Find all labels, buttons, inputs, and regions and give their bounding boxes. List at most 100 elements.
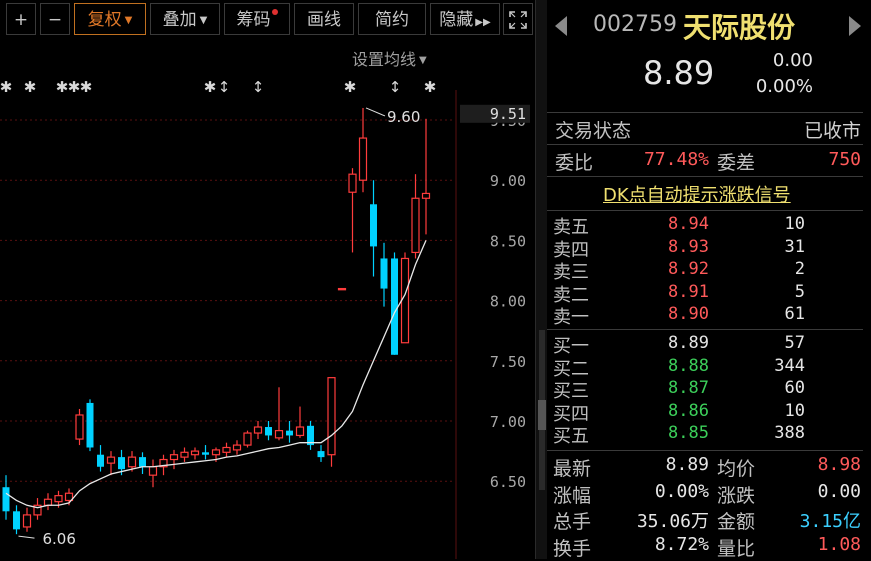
candle-body [13,511,20,530]
order-price[interactable]: 8.86 [637,401,709,421]
stat-value: 35.06万 [636,511,709,532]
moving-average-line [5,240,427,509]
high-price-label: 9.60 [387,108,420,126]
candle-body [106,456,116,464]
fullscreen-icon [509,11,527,29]
candle-body [243,432,252,446]
signal-star-icon: ✱ [424,78,437,96]
status-value: 已收市 [803,120,861,142]
fuquan-dropdown[interactable]: 复权 ▼ [74,3,146,35]
candle-body [180,451,189,458]
signal-arrow-icon: ↕ [218,78,231,96]
order-volume: 10 [784,400,805,421]
price-change-pct: 0.00% [755,76,813,97]
divider [547,144,863,145]
candle-body [286,430,293,436]
order-volume: 31 [784,236,805,257]
stock-name: 天际股份 [683,11,796,44]
zoom-out-button[interactable]: − [40,3,70,35]
y-tick-label: 8.50 [490,232,526,250]
y-tick-label: 6.50 [490,473,526,491]
stat-value: 0.00% [654,480,709,502]
chouma-button[interactable]: 筹码 [224,3,290,35]
candle-body [22,514,32,528]
fullscreen-button[interactable] [503,3,533,35]
candle-body [202,452,209,455]
divider [547,176,863,177]
order-price[interactable]: 8.85 [637,423,709,443]
zoom-in-button[interactable]: + [6,3,36,35]
candle-body [370,204,377,247]
order-price[interactable]: 8.92 [637,259,709,279]
chouma-label: 筹码 [236,10,271,30]
divider [547,450,863,451]
signal-star-icon: ✱ [68,78,81,96]
order-volume: 344 [774,355,805,376]
minus-icon: − [47,10,63,30]
signal-arrow-icon: ↕ [252,78,265,96]
jianyue-label: 简约 [375,10,409,30]
order-price[interactable]: 8.94 [637,214,709,234]
stat-value: 1.08 [817,533,861,555]
candle-body [97,454,104,467]
divider [547,210,863,211]
chart-toolbar: + − 复权 ▼ 叠加 ▼ 筹码 画线 简约 隐藏 ▶▶ [0,0,535,40]
jianyue-button[interactable]: 简约 [358,3,426,35]
caret-down-icon: ▼ [124,15,133,26]
order-price[interactable]: 8.90 [637,304,709,324]
stat-label: 量比 [717,537,756,560]
stat-value: 3.15亿 [799,511,861,532]
yincang-button[interactable]: 隐藏 ▶▶ [430,3,500,35]
order-price[interactable]: 8.91 [637,282,709,302]
y-tick-label: 9.00 [490,172,526,190]
quote-panel: 002759 天际股份 8.89 0.00 0.00% 交易状态 已收市 委比 … [547,0,871,560]
last-price: 8.89 [643,54,715,92]
diejia-dropdown[interactable]: 叠加 ▼ [150,3,220,35]
y-tick-label: 7.00 [490,413,526,431]
candle-body [148,466,158,476]
y-tick-label: 8.00 [490,293,526,311]
order-price[interactable]: 8.87 [637,378,709,398]
huaxian-label: 画线 [307,10,341,30]
candle-body [348,173,357,193]
candle-body [190,450,200,456]
prev-stock-arrow-icon[interactable] [555,16,567,36]
weicha-label: 委差 [717,152,756,174]
candle-body [391,258,398,355]
huaxian-button[interactable]: 画线 [294,3,354,35]
diejia-label: 叠加 [162,10,197,30]
order-price[interactable]: 8.89 [637,333,709,353]
low-price-label: 6.06 [43,530,76,548]
order-price[interactable]: 8.93 [637,237,709,257]
candle-body [2,487,10,512]
candle-body [169,454,179,461]
double-chevron-right-icon: ▶▶ [475,17,491,28]
candle-body [232,444,242,451]
status-label: 交易状态 [555,120,632,142]
candlestick-chart[interactable]: 9.509.008.508.007.507.006.509.519.606.06… [0,40,535,559]
signal-star-icon: ✱ [0,78,12,96]
y-tick-label: 7.50 [490,353,526,371]
signal-star-icon: ✱ [344,78,357,96]
candle-body [421,192,431,199]
low-pointer [18,535,35,539]
order-price[interactable]: 8.88 [637,356,709,376]
candle-body [380,258,388,289]
divider-handle[interactable] [538,400,546,430]
order-volume: 388 [774,423,805,444]
stat-label: 金额 [717,511,756,533]
next-stock-arrow-icon[interactable] [849,16,861,36]
stat-value: 8.89 [665,454,709,475]
candle-body [139,457,146,467]
stock-code: 002759 [593,12,677,37]
signal-star-icon: ✱ [56,78,69,96]
candle-body [265,427,272,436]
candle-body [295,426,305,437]
order-volume: 57 [784,333,805,353]
divider [547,329,863,330]
order-volume: 2 [794,259,805,280]
price-change: 0.00 [772,50,813,71]
candle-body [75,414,84,440]
dk-signal-link[interactable]: DK点自动提示涨跌信号 [603,181,791,207]
stat-label: 涨幅 [553,484,592,507]
